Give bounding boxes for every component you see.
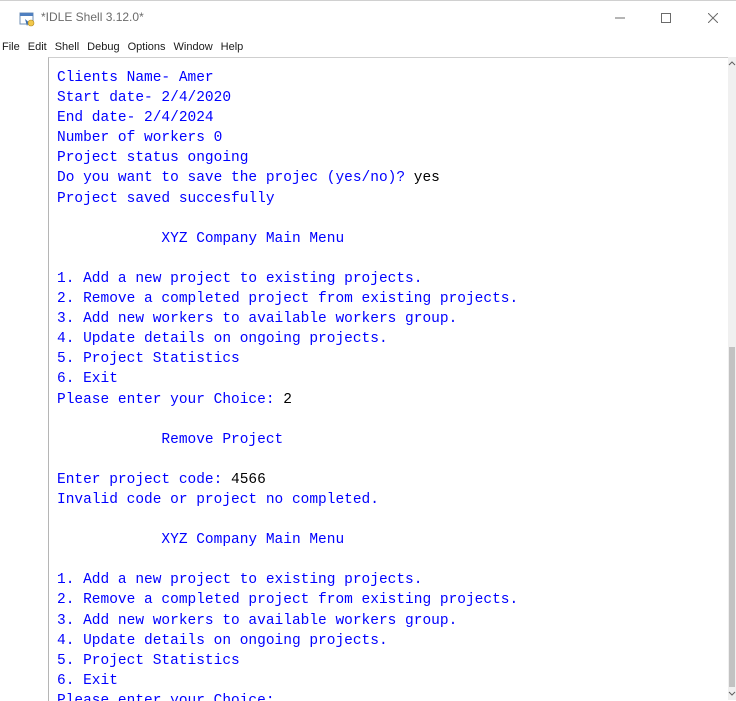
shell-line: Number of workers 0 [57, 128, 518, 148]
close-button[interactable] [690, 1, 736, 35]
window-title: *IDLE Shell 3.12.0* [41, 10, 144, 24]
shell-line: Project status ongoing [57, 148, 518, 168]
shell-line: Invalid code or project no completed. [57, 490, 518, 510]
shell-output-text: 2. Remove a completed project from exist… [57, 592, 519, 609]
menu-help[interactable]: Help [217, 37, 248, 57]
shell-line: 5. Project Statistics [57, 349, 518, 369]
scroll-down-arrow[interactable] [728, 688, 736, 700]
close-icon [708, 13, 718, 23]
shell-output-text: XYZ Company Main Menu [57, 230, 345, 247]
menu-debug[interactable]: Debug [83, 37, 123, 57]
shell-output-text: 1. Add a new project to existing project… [57, 572, 423, 589]
shell-output-text: End date- 2/4/2024 [57, 110, 214, 127]
menu-file[interactable]: File [0, 37, 24, 57]
shell-line: 6. Exit [57, 671, 518, 691]
shell-output-text: 3. Add new workers to available workers … [57, 311, 458, 328]
idle-app-icon [19, 12, 35, 27]
user-input-text: yes [413, 170, 440, 187]
shell-output-text: Remove Project [57, 431, 284, 448]
maximize-icon [661, 13, 671, 23]
scroll-up-arrow[interactable] [728, 57, 736, 69]
menu-window[interactable]: Window [170, 37, 217, 57]
shell-line: Remove Project [57, 430, 518, 450]
menu-bar: File Edit Shell Debug Options Window Hel… [0, 37, 736, 57]
shell-line: Project saved succesfully [57, 189, 518, 209]
shell-line: 4. Update details on ongoing projects. [57, 631, 518, 651]
shell-line: 1. Add a new project to existing project… [57, 570, 518, 590]
shell-line: 3. Add new workers to available workers … [57, 611, 518, 631]
shell-line: 3. Add new workers to available workers … [57, 309, 518, 329]
user-input-text: 2 [283, 391, 292, 408]
shell-output-text: Number of workers 0 [57, 130, 223, 147]
shell-line: 5. Project Statistics [57, 651, 518, 671]
shell-output-text: Project saved succesfully [57, 190, 275, 207]
shell-sidebar [0, 57, 48, 700]
shell-line: Enter project code: 4566 [57, 470, 518, 490]
shell-line: 4. Update details on ongoing projects. [57, 329, 518, 349]
menu-options[interactable]: Options [124, 37, 170, 57]
shell-line: End date- 2/4/2024 [57, 108, 518, 128]
shell-output-text: 5. Project Statistics [57, 652, 240, 669]
shell-output-text: Enter project code: [57, 471, 232, 488]
shell-text-area[interactable]: Clients Name- Amer Start date- 2/4/2020 En… [48, 57, 729, 701]
shell-line: 2. Remove a completed project from exist… [57, 590, 518, 610]
shell-line: XYZ Company Main Menu [57, 530, 518, 550]
shell-output-text: 5. Project Statistics [57, 351, 240, 368]
shell-line: Do you want to save the projec (yes/no)?… [57, 168, 518, 188]
shell-output-text: XYZ Company Main Menu [57, 532, 345, 549]
shell-output-text: 2. Remove a completed project from exist… [57, 291, 519, 308]
shell-output: Clients Name- Amer Start date- 2/4/2020 En… [57, 68, 518, 701]
shell-output-text: Start date- 2/4/2020 [57, 90, 232, 107]
shell-line: 2. Remove a completed project from exist… [57, 289, 518, 309]
shell-output-text: Invalid code or project no completed. [57, 491, 379, 508]
shell-output-text: Please enter your Choice: [57, 391, 284, 408]
minimize-button[interactable] [597, 1, 643, 35]
shell-output-text: Project status ongoing [57, 150, 249, 167]
chevron-down-icon [728, 691, 736, 696]
menu-shell[interactable]: Shell [51, 37, 83, 57]
shell-output-text: Do you want to save the projec (yes/no)? [57, 170, 414, 187]
shell-output-text: 4. Update details on ongoing projects. [57, 331, 388, 348]
shell-output-text: 3. Add new workers to available workers … [57, 612, 458, 629]
vertical-scrollbar[interactable] [728, 57, 736, 700]
shell-line: Start date- 2/4/2020 [57, 88, 518, 108]
shell-line: Clients Name- Amer [57, 68, 518, 88]
shell-line: 1. Add a new project to existing project… [57, 269, 518, 289]
scroll-thumb[interactable] [729, 347, 735, 687]
maximize-button[interactable] [643, 1, 689, 35]
shell-output-text: 4. Update details on ongoing projects. [57, 632, 388, 649]
shell-output-text: 6. Exit [57, 371, 118, 388]
menu-edit[interactable]: Edit [24, 37, 51, 57]
title-bar[interactable]: *IDLE Shell 3.12.0* [0, 1, 736, 37]
minimize-icon [615, 17, 625, 19]
shell-output-text: 1. Add a new project to existing project… [57, 270, 423, 287]
shell-line: Please enter your Choice: 2 [57, 390, 518, 410]
shell-line: Please enter your Choice: [57, 691, 518, 701]
shell-line: XYZ Company Main Menu [57, 229, 518, 249]
chevron-up-icon [728, 61, 736, 66]
user-input-text: 4566 [231, 471, 266, 488]
shell-line: 6. Exit [57, 369, 518, 389]
shell-output-text: Clients Name- Amer [57, 70, 214, 86]
shell-output-text: 6. Exit [57, 672, 118, 689]
